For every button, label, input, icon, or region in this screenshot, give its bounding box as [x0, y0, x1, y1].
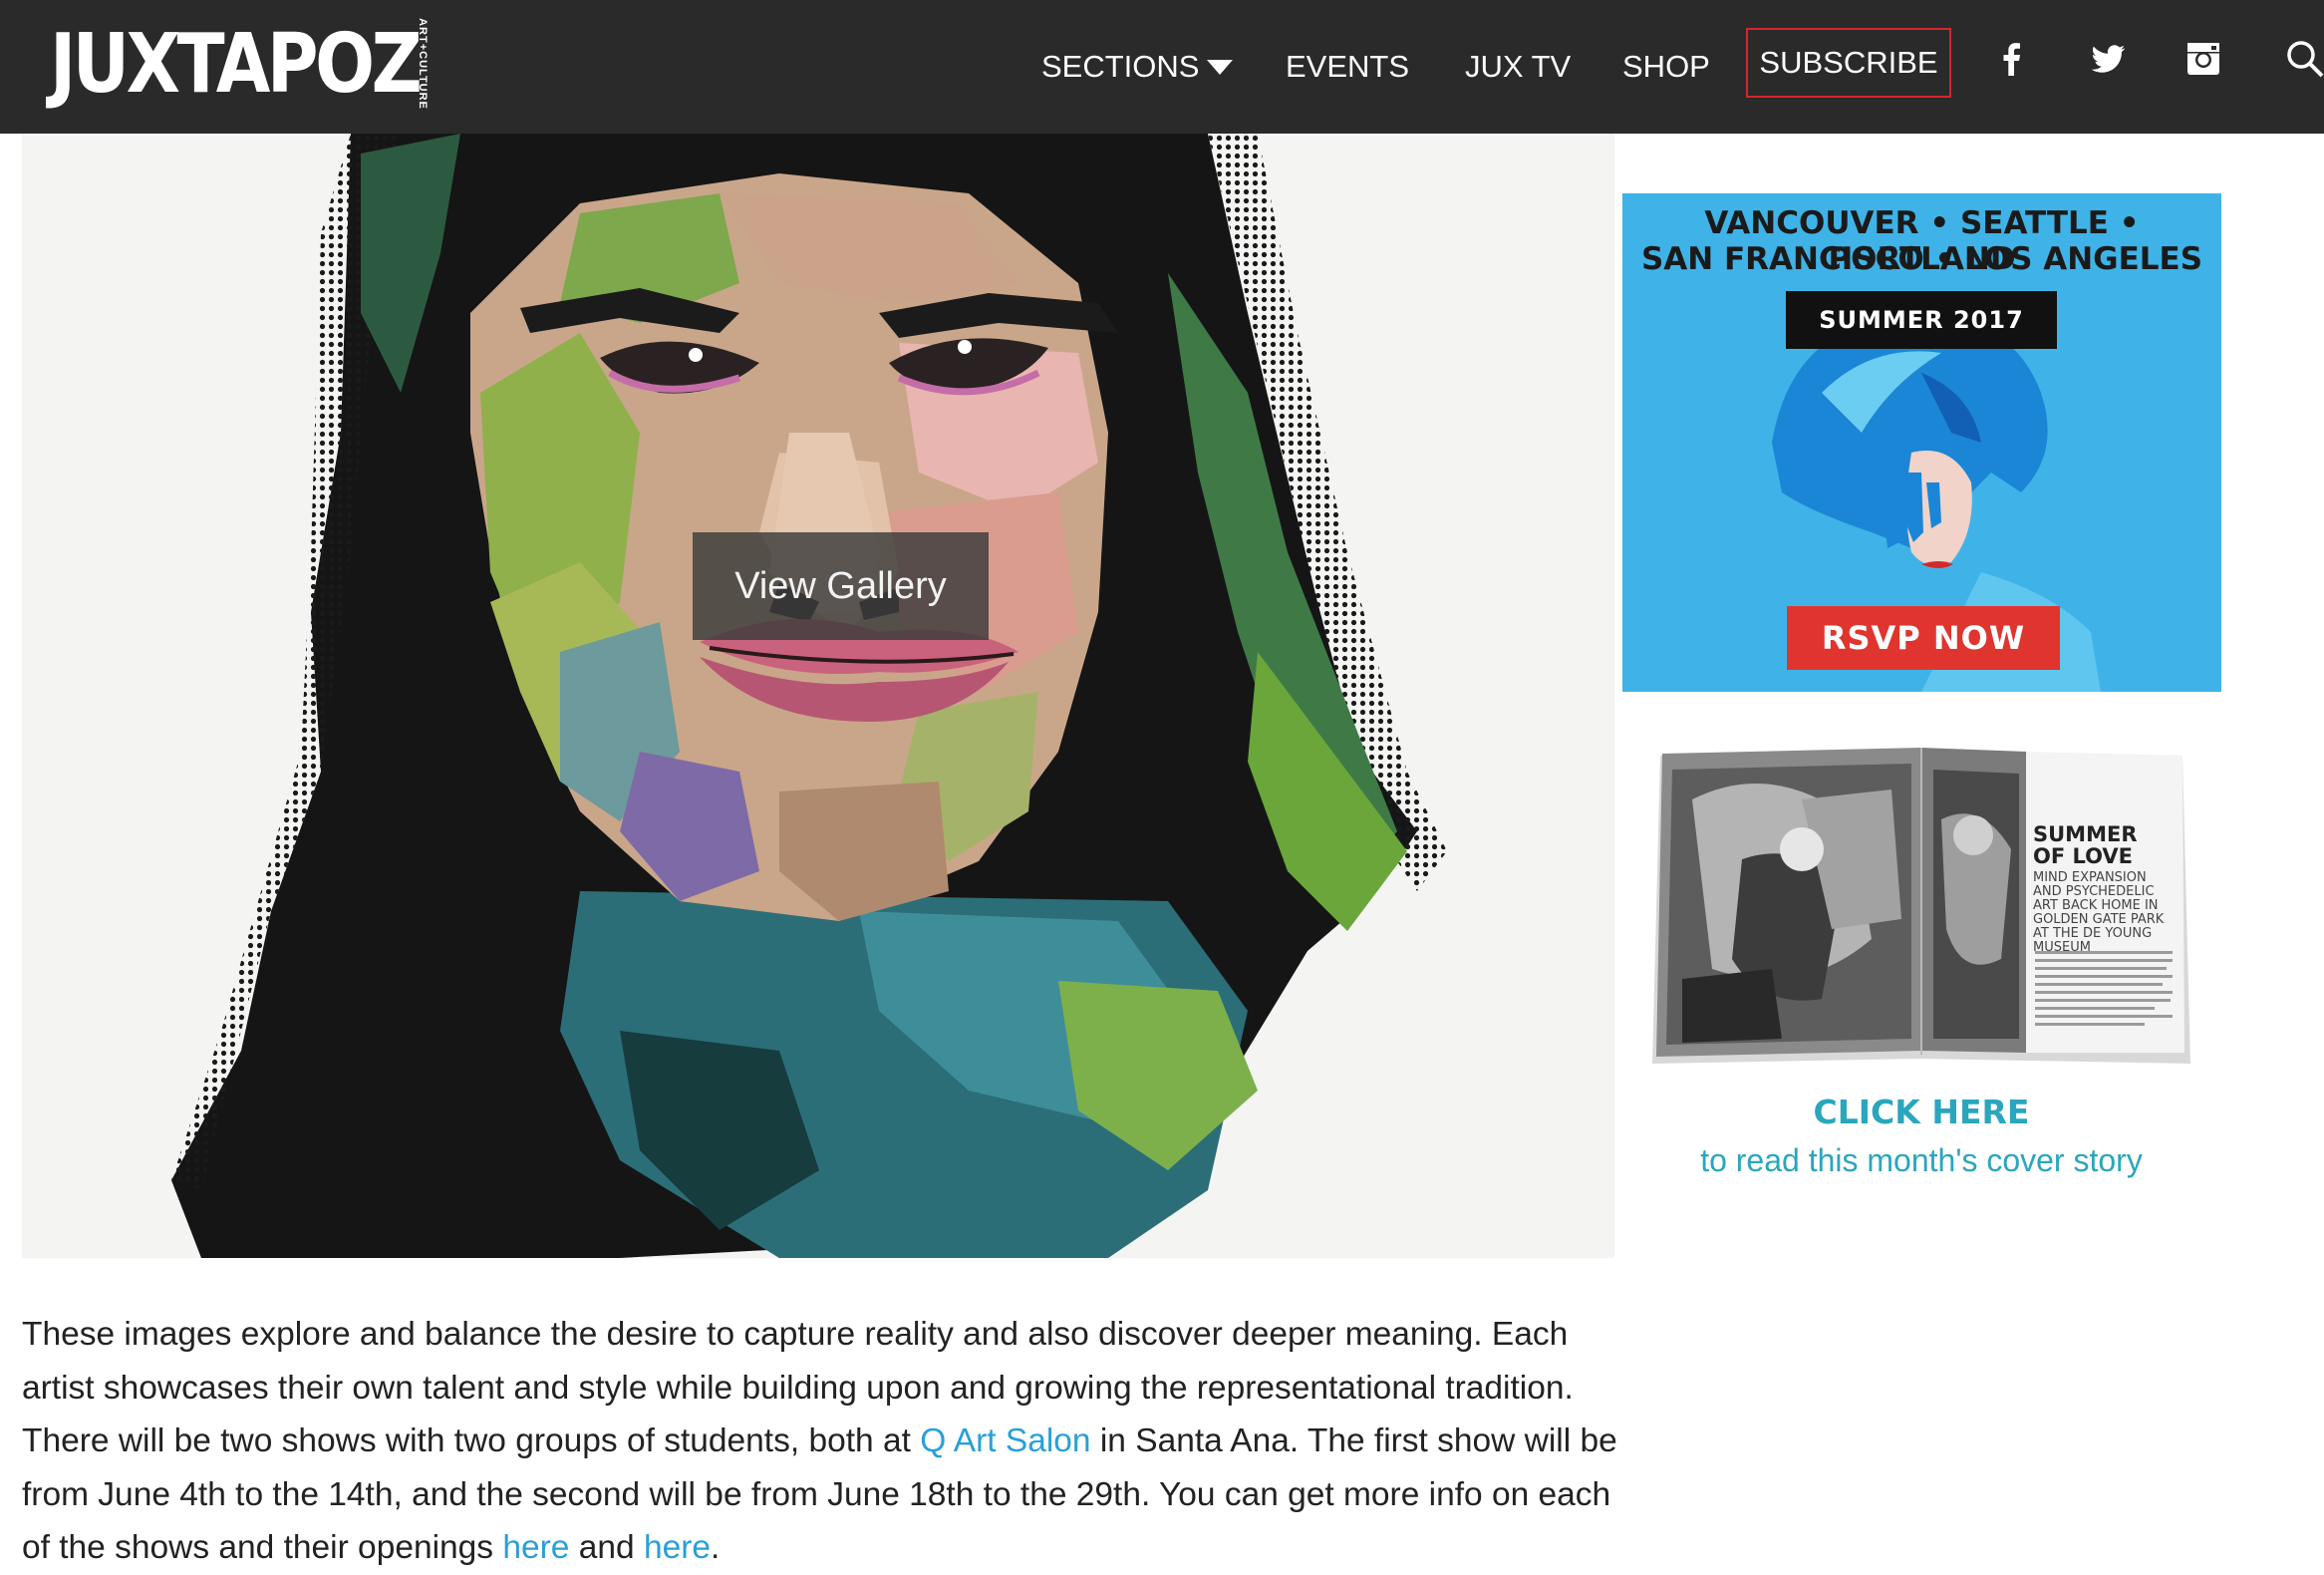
cover-story-link[interactable]: to read this month's cover story	[1622, 1142, 2220, 1179]
instagram-icon[interactable]	[2180, 36, 2226, 82]
twitter-icon[interactable]	[2085, 36, 2131, 82]
logo-tagline-text: ART+CULTURE	[417, 18, 430, 110]
click-here-link[interactable]: CLICK HERE	[1622, 1093, 2220, 1131]
subscribe-button[interactable]: SUBSCRIBE	[1746, 28, 1951, 98]
magazine-story-text: SUMMER OF LOVE MIND EXPANSION AND PSYCHE…	[2033, 823, 2171, 955]
logo-wordmark[interactable]: JUXTAPOZ	[50, 22, 423, 108]
logo-tagline: ART+CULTURE	[393, 18, 452, 110]
portrait-painting-image	[171, 134, 1447, 1258]
top-navigation-bar: JUXTAPOZ ART+CULTURE SECTIONS EVENTS JUX…	[0, 0, 2324, 134]
q-art-salon-link[interactable]: Q Art Salon	[920, 1422, 1090, 1459]
magazine-spread-image[interactable]: SUMMER OF LOVE MIND EXPANSION AND PSYCHE…	[1652, 740, 2190, 1069]
event-ad-banner[interactable]: VANCOUVER • SEATTLE • PORTLAND SAN FRANC…	[1622, 193, 2221, 692]
view-gallery-button[interactable]: View Gallery	[693, 532, 989, 640]
nav-shop-link[interactable]: SHOP	[1622, 43, 1710, 91]
article-text-part4: .	[711, 1529, 721, 1566]
here-link-1[interactable]: here	[502, 1529, 569, 1566]
search-icon[interactable]	[2282, 36, 2324, 82]
facebook-icon[interactable]	[1989, 36, 2035, 82]
article-text-part3: and	[569, 1529, 644, 1566]
nav-sections-dropdown[interactable]: SECTIONS	[1041, 43, 1234, 91]
nav-events-link[interactable]: EVENTS	[1286, 43, 1409, 91]
ad-season-badge: SUMMER 2017	[1786, 291, 2057, 349]
rsvp-now-button[interactable]: RSVP NOW	[1787, 606, 2060, 670]
article-paragraph: These images explore and balance the des…	[22, 1308, 1626, 1575]
here-link-2[interactable]: here	[644, 1529, 711, 1566]
nav-juxtv-link[interactable]: JUX TV	[1465, 43, 1571, 91]
magazine-subhead: MIND EXPANSION AND PSYCHEDELIC ART BACK …	[2033, 870, 2165, 955]
ad-cities-line2: SAN FRANCISCO • LOS ANGELES	[1640, 241, 2203, 277]
magazine-headline: SUMMER OF LOVE	[2033, 822, 2138, 868]
chevron-down-icon[interactable]	[1207, 59, 1234, 75]
nav-sections-label[interactable]: SECTIONS	[1041, 43, 1199, 91]
hero-painting[interactable]: View Gallery	[22, 134, 1614, 1258]
juxtapoz-logo[interactable]: JUXTAPOZ ART+CULTURE	[50, 18, 479, 110]
